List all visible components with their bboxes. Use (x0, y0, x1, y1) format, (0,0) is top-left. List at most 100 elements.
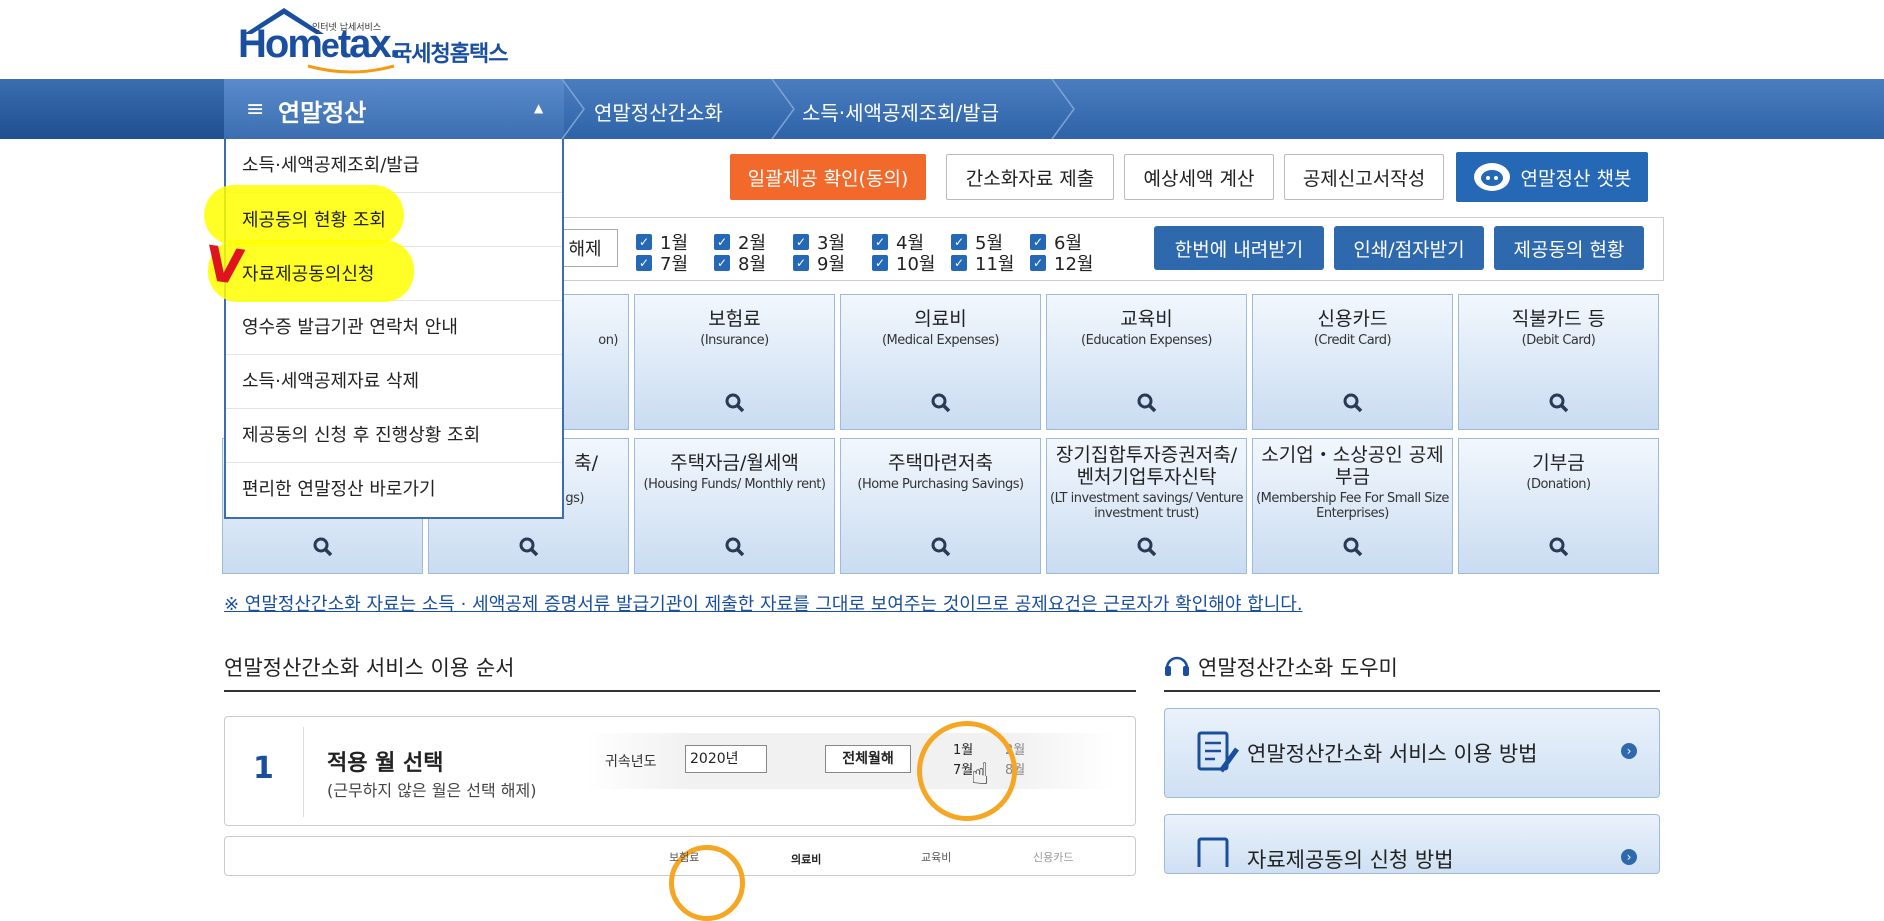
magnifier-icon (1549, 537, 1568, 557)
help-section-title: 연말정산간소화 도우미 (1198, 656, 1398, 680)
checkbox-checked-icon: ✓ (951, 255, 967, 271)
chevron-right-icon: › (1621, 849, 1637, 865)
dropdown-item-label: 자료제공동의신청 (242, 264, 375, 285)
tile-subtitle: (Membership Fee For Small Size Enterpris… (1256, 490, 1449, 522)
checkbox-checked-icon: ✓ (636, 234, 652, 250)
month-label: 11월 (975, 254, 1015, 275)
menu-toggle[interactable]: ≡ 연말정산 ▲ (224, 79, 564, 139)
checkbox-checked-icon: ✓ (793, 255, 809, 271)
step-title: 적용 월 선택 (327, 751, 444, 776)
magnifier-icon (519, 537, 538, 557)
caret-up-icon: ▲ (534, 101, 544, 115)
deduction-tile[interactable]: 의료비 (Medical Expenses) (840, 294, 1041, 430)
illus-tab: 보험료 (669, 851, 700, 864)
hometax-logo[interactable]: 인터넷 납세서비스 Hometax. 국세청홈택스 (236, 6, 516, 76)
deduction-tile[interactable]: 기부금 (Donation) (1458, 438, 1659, 574)
notice-link[interactable]: ※ 연말정산간소화 자료는 소득 · 세액공제 증명서류 발급기관이 제출한 자… (224, 590, 1303, 616)
magnifier-icon (725, 393, 744, 413)
illus-tab: 의료비 (791, 853, 822, 866)
dropdown-item-progress-lookup[interactable]: 제공동의 신청 후 진행상황 조회 (226, 409, 562, 463)
magnifier-icon (1343, 537, 1362, 557)
tile-subtitle: (Credit Card) (1313, 332, 1392, 348)
magnifier-icon (1137, 393, 1156, 413)
tile-subtitle: (Insurance) (700, 332, 769, 348)
help-item-consent[interactable]: 자료제공동의 신청 방법 › (1164, 814, 1660, 874)
deduction-form-button[interactable]: 공제신고서작성 (1284, 154, 1444, 200)
step-2-card: 보험료 의료비 교육비 신용카드 (224, 836, 1136, 921)
illus-label: 귀속년도 (605, 754, 657, 770)
pointer-hand-icon: ☝ (971, 757, 990, 792)
hamburger-icon: ≡ (246, 97, 265, 122)
step-description: (근무하지 않은 월은 선택 해제) (327, 781, 537, 800)
tile-subtitle: (Education Expenses) (1081, 332, 1212, 348)
order-section-title: 연말정산간소화 서비스 이용 순서 (224, 656, 515, 680)
dropdown-item-shortcut[interactable]: 편리한 연말정산 바로가기 (226, 463, 562, 517)
month-checkbox[interactable]: ✓ 12월 (1030, 250, 1093, 276)
consent-status-button[interactable]: 제공동의 현황 (1494, 226, 1644, 270)
illus-button: 전체월해 (825, 745, 911, 773)
tile-subtitle: (Home Purchasing Savings) (857, 476, 1024, 492)
month-checkbox[interactable]: ✓ 8월 (714, 250, 766, 276)
deduction-tile[interactable]: 교육비 (Education Expenses) (1046, 294, 1247, 430)
checkbox-checked-icon: ✓ (951, 234, 967, 250)
deduction-tile[interactable]: 직불카드 등 (Debit Card) (1458, 294, 1659, 430)
breadcrumb-item-1[interactable]: 연말정산간소화 (594, 97, 723, 126)
magnifier-icon (725, 537, 744, 557)
step-illustration: 귀속년도 2020년 전체월해 1월 7월 2월 8월 (585, 733, 1115, 789)
checkbox-checked-icon: ✓ (872, 255, 888, 271)
checkbox-checked-icon: ✓ (872, 234, 888, 250)
breadcrumb-separator-icon (1051, 79, 1075, 139)
deduction-tile[interactable]: 장기집합투자증권저축/ 벤처기업투자신탁 (LT investment savin… (1046, 438, 1247, 574)
deduction-tile[interactable]: 소기업・소상공인 공제부금 (Membership Fee For Small S… (1252, 438, 1453, 574)
deduction-tile[interactable]: 신용카드 (Credit Card) (1252, 294, 1453, 430)
month-checkbox[interactable]: ✓ 7월 (636, 250, 688, 276)
month-checkbox[interactable]: ✓ 10월 (872, 250, 935, 276)
bulk-consent-button[interactable]: 일괄제공 확인(동의) (730, 154, 926, 200)
tile-subtitle: (Donation) (1526, 476, 1591, 492)
print-braille-button[interactable]: 인쇄/점자받기 (1334, 226, 1484, 270)
submit-simplified-button[interactable]: 간소화자료 제출 (946, 154, 1114, 200)
dropdown-item-receipt-contacts[interactable]: 영수증 발급기관 연락처 안내 (226, 301, 562, 355)
dropdown-item-delete-data[interactable]: 소득·세액공제자료 삭제 (226, 355, 562, 409)
tile-title: 장기집합투자증권저축/ 벤처기업투자신탁 (1055, 444, 1238, 488)
illus-tab: 교육비 (921, 851, 952, 864)
illus-tab: 신용카드 (1033, 851, 1074, 864)
logo-swoosh-icon (307, 64, 395, 74)
month-label: 10월 (896, 254, 936, 275)
section-divider (224, 690, 1136, 692)
estimate-tax-button[interactable]: 예상세액 계산 (1124, 154, 1274, 200)
magnifier-icon (1343, 393, 1362, 413)
deduction-tile[interactable]: 주택자금/월세액 (Housing Funds/ Monthly rent) (634, 438, 835, 574)
document-icon (1197, 837, 1229, 867)
help-item-label: 자료제공동의 신청 방법 (1247, 848, 1454, 872)
deduction-tile[interactable]: 보험료 (Insurance) (634, 294, 835, 430)
help-item-label: 연말정산간소화 서비스 이용 방법 (1247, 742, 1538, 766)
breadcrumb-separator-icon (561, 79, 585, 139)
tile-title: 소기업・소상공인 공제부금 (1261, 444, 1444, 488)
deduction-tile[interactable]: 주택마련저축 (Home Purchasing Savings) (840, 438, 1041, 574)
logo-korean: 국세청홈택스 (392, 42, 508, 67)
download-all-button[interactable]: 한번에 내려받기 (1154, 226, 1324, 270)
magnifier-icon (931, 537, 950, 557)
month-label: 7월 (660, 254, 689, 275)
tile-title: 주택마련저축 (888, 452, 993, 474)
checkbox-checked-icon: ✓ (1030, 234, 1046, 250)
month-checkbox[interactable]: ✓ 9월 (793, 250, 845, 276)
checkbox-checked-icon: ✓ (1030, 255, 1046, 271)
tile-subtitle: (LT investment savings/ Venture investme… (1050, 490, 1243, 522)
breadcrumb-item-2[interactable]: 소득·세액공제조회/발급 (802, 97, 999, 126)
month-label: 9월 (817, 254, 846, 275)
magnifier-icon (313, 537, 332, 557)
tile-title: 의료비 (914, 308, 967, 330)
chatbot-button[interactable]: 연말정산 챗봇 (1456, 152, 1648, 202)
dropdown-item-label: 제공동의 현황 조회 (242, 210, 386, 231)
magnifier-icon (1549, 393, 1568, 413)
month-checkbox[interactable]: ✓ 11월 (951, 250, 1014, 276)
tile-title: 주택자금/월세액 (670, 452, 799, 474)
chevron-right-icon: › (1621, 743, 1637, 759)
tile-title: 교육비 (1120, 308, 1173, 330)
chatbot-label: 연말정산 챗봇 (1520, 167, 1632, 190)
help-item-usage[interactable]: 연말정산간소화 서비스 이용 방법 › (1164, 708, 1660, 798)
checkbox-checked-icon: ✓ (714, 234, 730, 250)
chatbot-icon (1473, 163, 1510, 191)
